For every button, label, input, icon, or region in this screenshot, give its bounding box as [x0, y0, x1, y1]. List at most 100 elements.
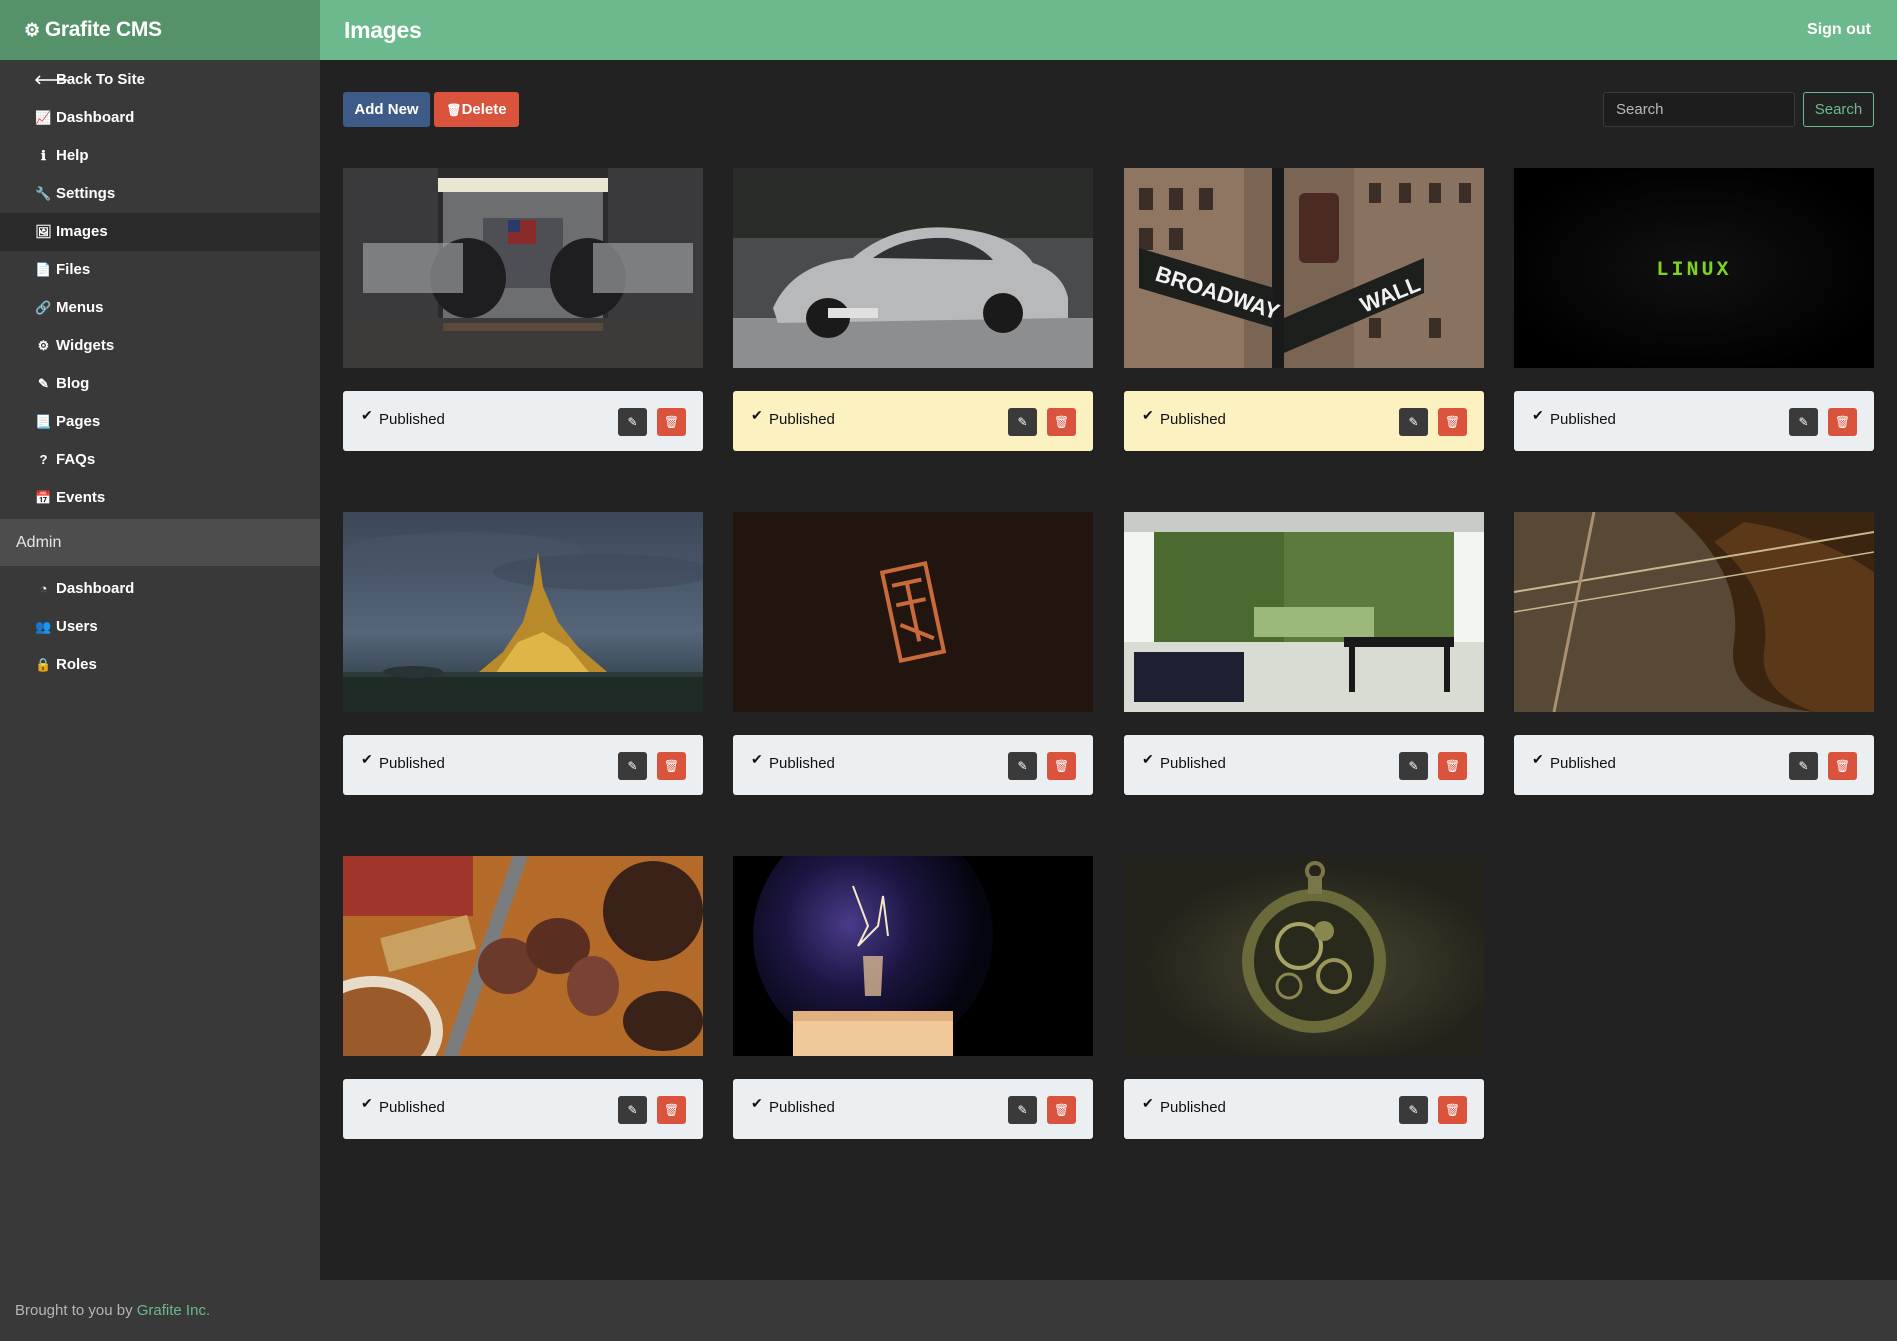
footer: Brought to you by Grafite Inc. [0, 1280, 1897, 1341]
svg-text:LINUX: LINUX [1656, 259, 1731, 282]
edit-icon: ✎ [1408, 415, 1419, 429]
sidebar-item-blog[interactable]: ✎ Blog [0, 365, 320, 403]
edit-icon: ✎ [627, 759, 638, 773]
edit-icon: ✎ [627, 415, 638, 429]
check-icon: ✔ [1532, 407, 1544, 423]
sidebar-item-dashboard[interactable]: 📈 Dashboard [0, 99, 320, 137]
sidebar-item-label: Dashboard [56, 109, 135, 126]
sidebar-item-label: Roles [56, 656, 97, 673]
delete-image-button[interactable]: 🗑 [657, 752, 686, 780]
sidebar-item-settings[interactable]: 🔧 Settings [0, 175, 320, 213]
sidebar-item-users-admin[interactable]: 👥 Users [0, 608, 320, 646]
sidebar-item-help[interactable]: ℹ Help [0, 137, 320, 175]
link-icon: 🔗 [35, 300, 52, 315]
sign-out-link[interactable]: Sign out [1807, 0, 1871, 60]
sidebar-item-files[interactable]: 📄 Files [0, 251, 320, 289]
add-new-button[interactable]: Add New [343, 92, 430, 127]
image-card: ✔ Published ✎ 🗑 [1124, 512, 1484, 795]
delete-image-button[interactable]: 🗑 [1047, 752, 1076, 780]
check-icon: ✔ [1532, 751, 1544, 767]
image-thumbnail[interactable] [343, 168, 703, 368]
status-label: Published [1550, 411, 1616, 428]
sidebar-item-pages[interactable]: 📃 Pages [0, 403, 320, 441]
image-status-bar: ✔ Published ✎ 🗑 [1514, 391, 1874, 451]
sidebar-item-faqs[interactable]: ? FAQs [0, 441, 320, 479]
trash-icon: 🗑 [1053, 415, 1070, 429]
sidebar-item-roles-admin[interactable]: 🔒 Roles [0, 646, 320, 684]
image-thumbnail[interactable]: LINUX [1514, 168, 1874, 368]
brand-logo[interactable]: ⚙ Grafite CMS [0, 0, 320, 60]
trash-icon: 🗑 [1444, 415, 1461, 429]
delete-image-button[interactable]: 🗑 [657, 1096, 686, 1124]
sidebar-item-events[interactable]: 📅 Events [0, 479, 320, 517]
delete-image-button[interactable]: 🗑 [1438, 752, 1467, 780]
trash-icon: 🗑 [1444, 1103, 1461, 1117]
sidebar-item-images[interactable]: 🖼 Images [0, 213, 320, 251]
tachometer-icon: ◔ [39, 581, 48, 596]
edit-button[interactable]: ✎ [1789, 408, 1818, 436]
check-icon: ✔ [1142, 407, 1154, 423]
image-card: ✔ Published ✎ 🗑 [733, 512, 1093, 795]
sidebar-item-label: Pages [56, 413, 101, 430]
status-label: Published [1550, 755, 1616, 772]
check-icon: ✔ [1142, 751, 1154, 767]
delete-image-button[interactable]: 🗑 [1828, 408, 1857, 436]
edit-button[interactable]: ✎ [1399, 1096, 1428, 1124]
delete-image-button[interactable]: 🗑 [657, 408, 686, 436]
sidebar-item-back-to-site[interactable]: 🡐Back To Site [0, 61, 320, 99]
edit-button[interactable]: ✎ [1008, 1096, 1037, 1124]
sidebar-item-label: FAQs [56, 451, 96, 468]
delete-image-button[interactable]: 🗑 [1438, 408, 1467, 436]
edit-button[interactable]: ✎ [618, 408, 647, 436]
edit-button[interactable]: ✎ [1399, 408, 1428, 436]
edit-button[interactable]: ✎ [618, 752, 647, 780]
status-label: Published [379, 1099, 445, 1116]
image-icon: 🖼 [35, 224, 52, 239]
image-thumbnail[interactable] [1514, 512, 1874, 712]
image-thumbnail[interactable] [733, 856, 1093, 1056]
image-thumbnail[interactable] [343, 512, 703, 712]
check-icon: ✔ [361, 1095, 373, 1111]
image-thumbnail[interactable] [733, 512, 1093, 712]
image-thumbnail[interactable]: BROADWAY WALL [1124, 168, 1484, 368]
status-label: Published [379, 755, 445, 772]
wrench-icon: 🔧 [35, 186, 52, 201]
line-chart-icon: 📈 [35, 110, 52, 125]
edit-button[interactable]: ✎ [1008, 752, 1037, 780]
delete-image-button[interactable]: 🗑 [1047, 1096, 1076, 1124]
trash-icon: 🗑 [663, 1103, 680, 1117]
sidebar-item-dashboard-admin[interactable]: ◔ Dashboard [0, 570, 320, 608]
image-card: BROADWAY WALL ✔ Published ✎ 🗑 [1124, 168, 1484, 451]
search-input[interactable] [1603, 92, 1795, 127]
footer-link[interactable]: Grafite Inc. [137, 1302, 210, 1319]
delete-image-button[interactable]: 🗑 [1047, 408, 1076, 436]
delete-image-button[interactable]: 🗑 [1438, 1096, 1467, 1124]
image-thumbnail[interactable] [1124, 856, 1484, 1056]
edit-button[interactable]: ✎ [1789, 752, 1818, 780]
file-text-icon: 📃 [35, 414, 52, 429]
check-icon: ✔ [1142, 1095, 1154, 1111]
sidebar-item-label: Settings [56, 185, 116, 202]
image-thumbnail[interactable] [733, 168, 1093, 368]
image-thumbnail[interactable] [1124, 512, 1484, 712]
edit-button[interactable]: ✎ [1008, 408, 1037, 436]
edit-icon: ✎ [1017, 1103, 1028, 1117]
info-icon: ℹ [41, 148, 46, 163]
search-button[interactable]: Search [1803, 92, 1874, 127]
image-card: ✔ Published ✎ 🗑 [343, 512, 703, 795]
edit-button[interactable]: ✎ [618, 1096, 647, 1124]
image-thumbnail[interactable] [343, 856, 703, 1056]
users-icon: 👥 [35, 619, 52, 634]
sidebar-item-widgets[interactable]: ⚙ Widgets [0, 327, 320, 365]
image-card: ✔ Published ✎ 🗑 [733, 168, 1093, 451]
delete-button[interactable]: 🗑Delete [434, 92, 519, 127]
image-card: ✔ Published ✎ 🗑 [343, 856, 703, 1139]
sidebar-item-label: Users [56, 618, 98, 635]
page-title: Images [344, 17, 422, 43]
image-status-bar: ✔ Published ✎ 🗑 [1124, 1079, 1484, 1139]
edit-button[interactable]: ✎ [1399, 752, 1428, 780]
trash-icon: 🗑 [663, 759, 680, 773]
delete-image-button[interactable]: 🗑 [1828, 752, 1857, 780]
sidebar-item-menus[interactable]: 🔗 Menus [0, 289, 320, 327]
brand-name: Grafite CMS [44, 18, 162, 41]
